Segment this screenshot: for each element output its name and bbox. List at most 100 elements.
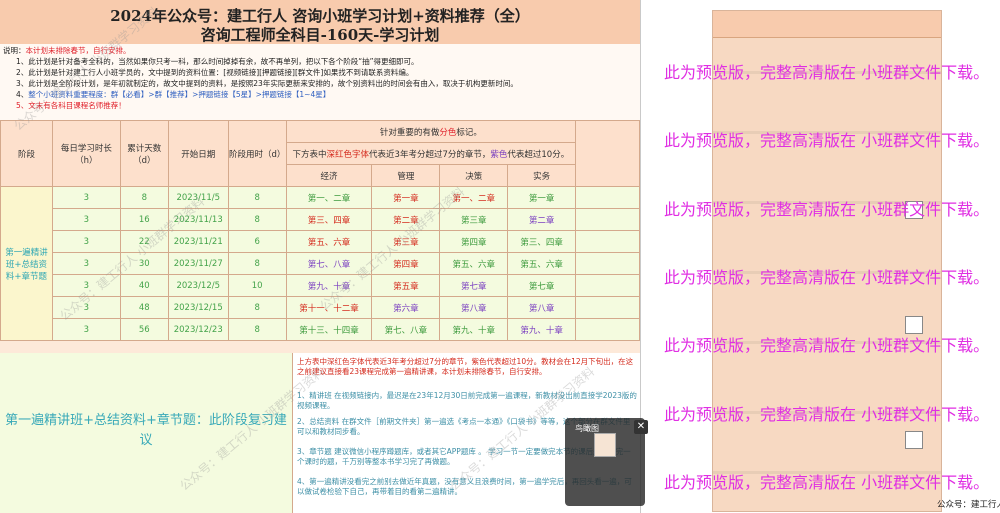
header-color-legend: 下方表中深红色字体代表近3年考分超过7分的章节，紫色代表超过10分。: [285, 142, 577, 165]
cell-hours: 8: [227, 186, 287, 209]
cell-guanli: 第一章: [371, 186, 441, 209]
notes-section: 说明：本计划未排除春节，自行安排。 1、此计划是针对备考全科的，当然如果你只考一…: [0, 44, 640, 121]
header-subject-shiwu: 实务: [507, 164, 577, 187]
cell-extra: [575, 208, 640, 231]
header-cumulative-days: 累计天数（d）: [119, 120, 169, 187]
table-row: 第一遍精讲班+总结资料+章节题 3 8 2023/11/5 8 第一、二章 第一…: [0, 186, 640, 341]
cell-extra: [575, 230, 640, 253]
cell-juece: 第四章: [439, 230, 509, 253]
note-intro: 说明：本计划未排除春节，自行安排。: [3, 46, 131, 55]
cell-hours: 8: [227, 208, 287, 231]
table-row: 3 30 2023/11/27 8 第七、八章 第四章 第五、六章 第五、六章: [1, 252, 640, 275]
cell-hours: 10: [227, 274, 287, 297]
document-title: 2024年公众号：建工行人 咨询小班学习计划+资料推荐（全）: [110, 7, 530, 25]
cell-guanli: 第七、八章: [371, 318, 441, 341]
document-subtitle: 咨询工程师全科目-160天-学习计划: [200, 26, 440, 44]
header-subject-juece: 决策: [439, 164, 509, 187]
cell-date: 2023/11/5: [167, 186, 229, 209]
cell-extra: [575, 274, 640, 297]
review-line-0: 上方表中深红色字体代表近3年考分超过7分的章节，紫色代表超过10分。教材会在12…: [297, 357, 634, 376]
cell-hours: 8: [227, 296, 287, 319]
cell-shiwu: 第一章: [507, 186, 577, 209]
cell-hours: 8: [227, 252, 287, 275]
note-3: 3、此计划是全阶段计划，是年初就制定的，故文中提到的资料，是按照23年实际更新来…: [16, 79, 518, 88]
cell-guanli: 第二章: [371, 208, 441, 231]
cell-jingji: 第一、二章: [285, 186, 373, 209]
document-title-area: 2024年公众号：建工行人 咨询小班学习计划+资料推荐（全） 咨询工程师全科目-…: [0, 0, 640, 45]
cell-extra: [575, 252, 640, 275]
table-row: 3 16 2023/11/13 8 第三、四章 第二章 第三章 第二章: [1, 208, 640, 231]
cell-guanli: 第六章: [371, 296, 441, 319]
cell-jingji: 第三、四章: [285, 208, 373, 231]
cell-daily: 3: [51, 208, 121, 231]
preview-panel: 此为预览版，完整高清版在 小班群文件下载。 此为预览版，完整高清版在 小班群文件…: [650, 0, 1000, 513]
birdseye-panel[interactable]: 鸟瞰图: [565, 418, 645, 506]
thumbnail-header: [713, 11, 941, 38]
cell-cum: 40: [119, 274, 169, 297]
document-thumbnail[interactable]: [712, 10, 942, 512]
cell-cum: 8: [119, 186, 169, 209]
cell-date: 2023/12/15: [167, 296, 229, 319]
preview-notice: 此为预览版，完整高清版在 小班群文件下载。: [664, 131, 990, 150]
cell-date: 2023/11/27: [167, 252, 229, 275]
cell-juece: 第三章: [439, 208, 509, 231]
cell-shiwu: 第三、四章: [507, 230, 577, 253]
header-stage-hours: 阶段用时（d）: [227, 120, 287, 187]
cell-shiwu: 第二章: [507, 208, 577, 231]
cell-date: 2023/12/23: [167, 318, 229, 341]
preview-notice: 此为预览版，完整高清版在 小班群文件下载。: [664, 200, 990, 219]
cell-jingji: 第七、八章: [285, 252, 373, 275]
cell-date: 2023/12/5: [167, 274, 229, 297]
cell-jingji: 第九、十章: [285, 274, 373, 297]
cell-extra: [575, 318, 640, 341]
review-title-cell: 第一遍精讲班+总结资料+章节题：此阶段复习建议: [0, 353, 293, 513]
cell-daily: 3: [51, 186, 121, 209]
cell-shiwu: 第八章: [507, 296, 577, 319]
header-subject-jingji: 经济: [285, 164, 373, 187]
stage-label: 第一遍精讲班+总结资料+章节题: [0, 186, 53, 341]
cell-daily: 3: [51, 274, 121, 297]
header-stage: 阶段: [0, 120, 53, 187]
note-1: 1、此计划是针对备考全科的，当然如果你只考一科，那么时间掉掉有余，故不再单列，把…: [16, 57, 419, 66]
preview-notice: 此为预览版，完整高清版在 小班群文件下载。: [664, 63, 990, 82]
cell-extra: [575, 296, 640, 319]
cell-cum: 56: [119, 318, 169, 341]
cell-shiwu: 第七章: [507, 274, 577, 297]
table-row: 3 56 2023/12/23 8 第十三、十四章 第七、八章 第九、十章 第九…: [1, 318, 640, 341]
header-start-date: 开始日期: [167, 120, 229, 187]
cell-cum: 30: [119, 252, 169, 275]
footer-account-label: 公众号：建工行人: [937, 500, 1000, 510]
cell-jingji: 第五、六章: [285, 230, 373, 253]
cell-juece: 第五、六章: [439, 252, 509, 275]
header-subject-guanli: 管理: [371, 164, 441, 187]
table-row: 3 48 2023/12/15 8 第十一、十二章 第六章 第八章 第八章: [1, 296, 640, 319]
cell-juece: 第九、十章: [439, 318, 509, 341]
preview-notice: 此为预览版，完整高清版在 小班群文件下载。: [664, 336, 990, 355]
review-title: 第一遍精讲班+总结资料+章节题：此阶段复习建议: [5, 413, 287, 448]
qr-code-icon: [905, 316, 923, 334]
cell-cum: 16: [119, 208, 169, 231]
cell-shiwu: 第五、六章: [507, 252, 577, 275]
study-plan-document: 2024年公众号：建工行人 咨询小班学习计划+资料推荐（全） 咨询工程师全科目-…: [0, 0, 641, 513]
table-row: 3 22 2023/11/21 6 第五、六章 第三章 第四章 第三、四章: [1, 230, 640, 253]
header-extra: [575, 120, 640, 187]
birdseye-thumbnail[interactable]: [594, 433, 616, 457]
cell-jingji: 第十三、十四章: [285, 318, 373, 341]
note-5: 5、文末有各科目课程名师推荐！: [16, 101, 126, 110]
review-section: 第一遍精讲班+总结资料+章节题：此阶段复习建议 上方表中深红色字体代表近3年考分…: [0, 353, 640, 513]
cell-juece: 第一、二章: [439, 186, 509, 209]
cell-shiwu: 第九、十章: [507, 318, 577, 341]
cell-daily: 3: [51, 296, 121, 319]
study-plan-table: 阶段 每日学习时长（h） 累计天数（d） 开始日期 阶段用时（d） 针对重要的有…: [0, 120, 640, 341]
cell-juece: 第八章: [439, 296, 509, 319]
cell-daily: 3: [51, 318, 121, 341]
cell-guanli: 第四章: [371, 252, 441, 275]
cell-guanli: 第三章: [371, 230, 441, 253]
cell-cum: 48: [119, 296, 169, 319]
close-icon[interactable]: ✕: [634, 420, 648, 434]
preview-notice: 此为预览版，完整高清版在 小班群文件下载。: [664, 405, 990, 424]
cell-extra: [575, 186, 640, 209]
note-2: 2、此计划是针对建工行人小班学员的，文中提到的资料位置：[视频链接][押题链接]…: [16, 68, 414, 77]
cell-daily: 3: [51, 252, 121, 275]
cell-date: 2023/11/21: [167, 230, 229, 253]
